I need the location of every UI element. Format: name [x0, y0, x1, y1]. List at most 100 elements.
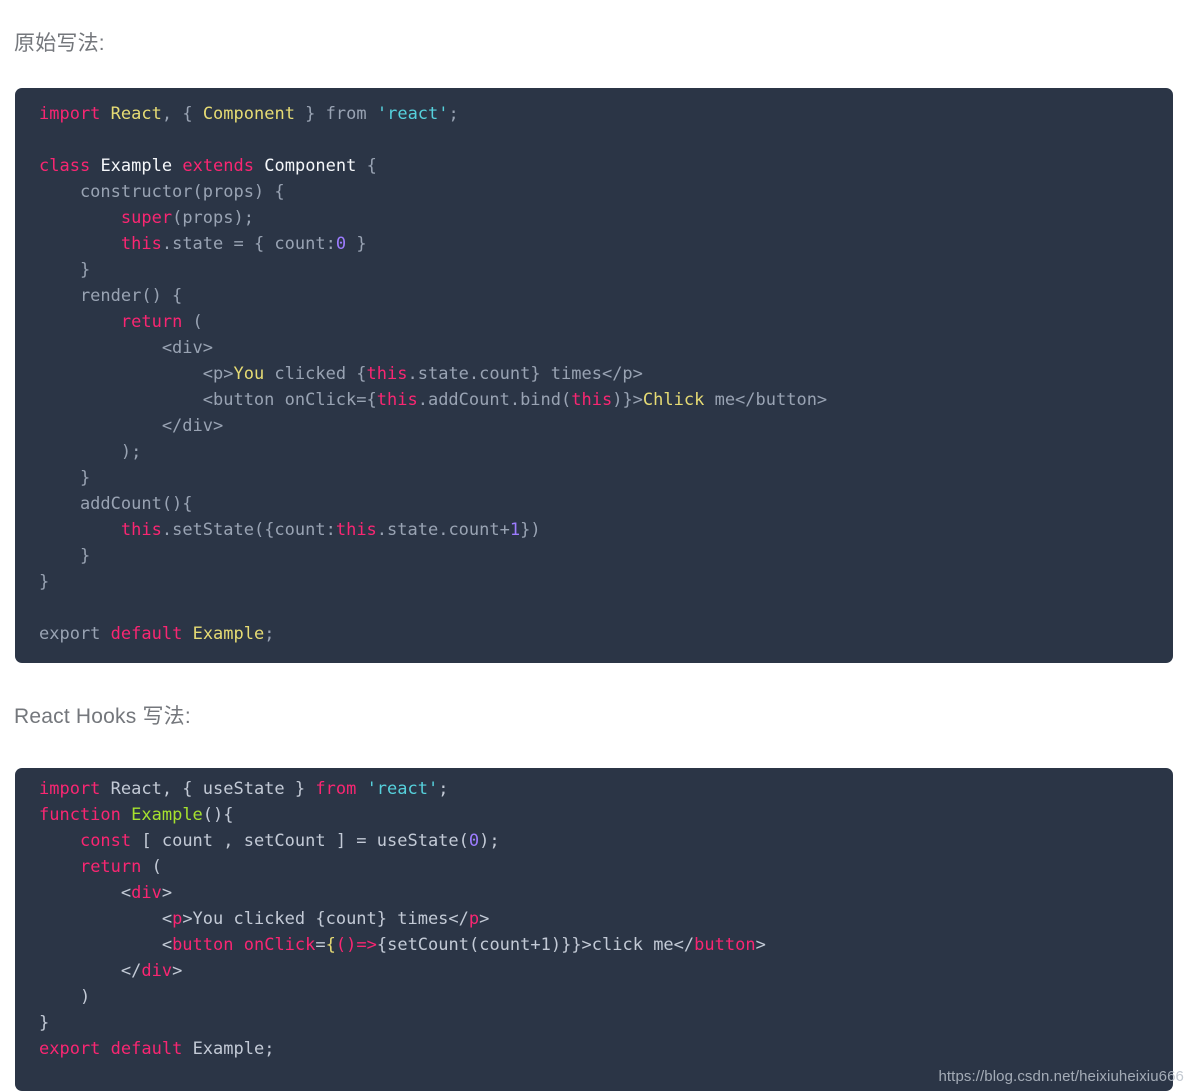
code-token: Example;	[182, 1039, 275, 1059]
code-token: .state.count} times</p>	[407, 364, 643, 384]
code-token: Component	[202, 104, 295, 124]
code-token: ()	[335, 935, 357, 955]
code-token: {	[356, 156, 377, 176]
code-token: default	[110, 1039, 183, 1059]
code-token: >	[755, 935, 766, 955]
code-token: )}>	[612, 390, 643, 410]
code-token: p	[172, 909, 183, 929]
code-token: div	[141, 961, 173, 981]
code-token: }	[294, 104, 326, 124]
code-line: )	[15, 984, 1173, 1010]
code-token: addCount(){	[39, 494, 193, 514]
code-token: .state = { count:	[161, 234, 336, 254]
code-line: <div>	[15, 880, 1173, 906]
code-token: import	[39, 104, 101, 124]
code-line: }	[15, 569, 1173, 595]
code-token: Example	[192, 624, 265, 644]
code-token: import	[39, 779, 101, 799]
code-token: (){	[202, 805, 234, 825]
code-token: {setCount(count+1)}}>click me</	[376, 935, 695, 955]
code-token: React, { useState }	[100, 779, 316, 799]
code-token: Example	[131, 805, 203, 825]
code-token: 0	[335, 234, 347, 254]
code-token: this	[120, 520, 162, 540]
code-token: from	[325, 104, 367, 124]
code-line: this.state = { count:0 }	[15, 231, 1173, 257]
code-line: this.setState({count:this.state.count+1}…	[15, 517, 1173, 543]
article-page: 原始写法: import React, { Component } from '…	[0, 0, 1188, 1091]
code-token: React	[110, 104, 162, 124]
code-token: [ count , setCount ] = useState(	[131, 831, 469, 851]
code-token: return	[120, 312, 183, 332]
code-line: function Example(){	[15, 802, 1173, 828]
code-token: )	[39, 987, 91, 1007]
code-token: }	[346, 234, 367, 254]
code-token: You	[233, 364, 265, 384]
watermark-url: https://blog.csdn.net/heixiuheixiu666	[938, 1068, 1184, 1085]
code-line: }	[15, 1010, 1173, 1036]
code-token: );	[39, 442, 142, 462]
code-token: =>	[356, 935, 377, 955]
code-token: button	[172, 935, 234, 955]
code-token: <p>	[39, 364, 234, 384]
code-token: super	[120, 208, 173, 228]
code-token: }	[39, 468, 91, 488]
code-token: 'react'	[366, 779, 439, 799]
code-line: <p>You clicked {this.state.count} times<…	[15, 361, 1173, 387]
code-block-hooks: import React, { useState } from 'react';…	[15, 768, 1173, 1091]
code-line: return (	[15, 309, 1173, 335]
code-token: {	[325, 935, 336, 955]
code-token: }	[39, 572, 50, 592]
code-token: export	[39, 1039, 101, 1059]
code-line: addCount(){	[15, 491, 1173, 517]
code-line: constructor(props) {	[15, 179, 1173, 205]
code-token: , {	[161, 104, 203, 124]
code-token: constructor(props) {	[39, 182, 285, 202]
code-token: function	[39, 805, 121, 825]
code-token: (	[141, 857, 162, 877]
code-token: this	[376, 390, 418, 410]
code-token: >	[479, 909, 490, 929]
code-token: >You clicked {count} times</	[182, 909, 469, 929]
code-token: </div>	[39, 416, 224, 436]
code-token: ;	[264, 624, 275, 644]
code-token: default	[110, 624, 183, 644]
code-token: class	[39, 156, 91, 176]
code-token: .state.count+	[376, 520, 510, 540]
code-token: div	[131, 883, 162, 903]
code-token: this	[366, 364, 408, 384]
code-token: this	[335, 520, 377, 540]
code-line: </div>	[15, 413, 1173, 439]
code-token: <div>	[39, 338, 213, 358]
code-token: onClick	[243, 935, 316, 955]
code-token: .setState({count:	[161, 520, 336, 540]
code-token: (props);	[172, 208, 254, 228]
code-token: 'react'	[376, 104, 449, 124]
code-line: <button onClick={()=>{setCount(count+1)}…	[15, 932, 1173, 958]
code-token: p	[468, 909, 480, 929]
section-heading-original: 原始写法:	[14, 32, 105, 55]
code-token: }	[39, 546, 91, 566]
code-line: <p>You clicked {count} times</p>	[15, 906, 1173, 932]
code-token: >	[172, 961, 183, 981]
code-token: export	[39, 624, 101, 644]
code-token: .addCount.bind(	[417, 390, 572, 410]
code-line: export default Example;	[15, 1036, 1173, 1062]
code-token: })	[520, 520, 541, 540]
code-token: <	[39, 883, 132, 903]
code-line: <button onClick={this.addCount.bind(this…	[15, 387, 1173, 413]
section-heading-hooks: React Hooks 写法:	[14, 705, 191, 728]
code-line: );	[15, 439, 1173, 465]
code-line: }	[15, 543, 1173, 569]
